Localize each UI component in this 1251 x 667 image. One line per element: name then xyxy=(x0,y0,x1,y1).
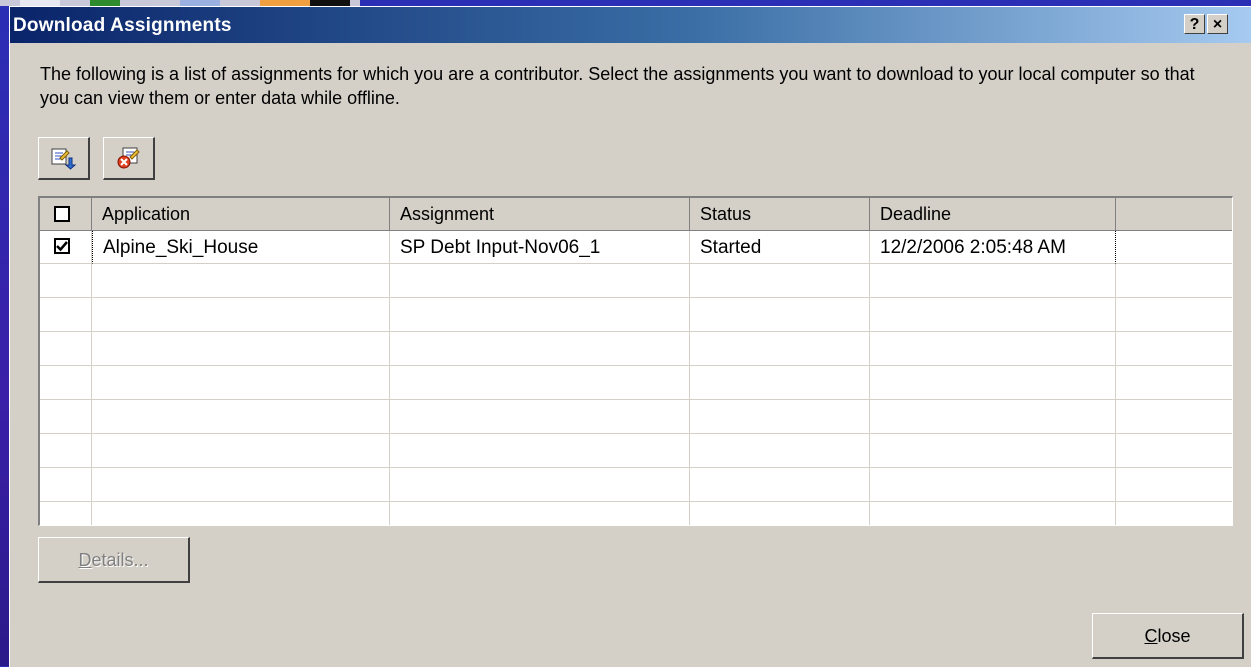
select-all-header[interactable] xyxy=(40,198,92,231)
empty-grid-cell xyxy=(690,400,870,434)
checkmark-icon xyxy=(56,241,68,252)
window-title: Download Assignments xyxy=(13,15,232,36)
download-assignment-button[interactable] xyxy=(38,137,90,180)
column-header-assignment[interactable]: Assignment xyxy=(390,198,690,231)
empty-grid-cell xyxy=(870,332,1116,366)
close-button-label: lose xyxy=(1157,626,1191,646)
download-assignments-dialog: Download Assignments ? × The following i… xyxy=(9,6,1251,667)
empty-grid-cell xyxy=(390,434,690,468)
empty-grid-cell xyxy=(40,434,92,468)
empty-grid-cell xyxy=(1116,332,1232,366)
empty-grid-cell xyxy=(92,298,390,332)
empty-grid-cell xyxy=(690,434,870,468)
empty-grid-cell xyxy=(92,264,390,298)
empty-grid-cell xyxy=(690,366,870,400)
close-button-accel: C xyxy=(1144,626,1158,646)
row-checkbox[interactable] xyxy=(54,238,70,254)
empty-grid-cell xyxy=(92,502,390,525)
cell-filler xyxy=(1116,231,1232,264)
empty-grid-cell xyxy=(92,468,390,502)
empty-grid-cell xyxy=(390,264,690,298)
select-all-checkbox[interactable] xyxy=(54,206,70,222)
empty-grid-cell xyxy=(870,502,1116,525)
empty-grid-cell xyxy=(690,502,870,525)
empty-grid-cell xyxy=(390,502,690,525)
empty-grid-cell xyxy=(1116,434,1232,468)
column-header-deadline[interactable]: Deadline xyxy=(870,198,1116,231)
assignments-grid[interactable]: Application Assignment Status Deadline A… xyxy=(38,196,1233,526)
empty-grid-cell xyxy=(40,264,92,298)
empty-grid-cell xyxy=(92,434,390,468)
empty-grid-cell xyxy=(390,332,690,366)
empty-grid-cell xyxy=(870,434,1116,468)
empty-grid-cell xyxy=(1116,468,1232,502)
close-window-button[interactable]: × xyxy=(1207,14,1228,34)
empty-grid-cell xyxy=(870,400,1116,434)
cell-application[interactable]: Alpine_Ski_House xyxy=(92,231,390,264)
download-assignment-icon xyxy=(51,148,77,170)
empty-grid-cell xyxy=(1116,298,1232,332)
description-text: The following is a list of assignments f… xyxy=(40,64,1195,108)
empty-grid-cell xyxy=(40,502,92,525)
empty-grid-cell xyxy=(40,400,92,434)
remove-assignment-icon xyxy=(117,147,140,169)
empty-grid-cell xyxy=(40,298,92,332)
empty-grid-cell xyxy=(40,366,92,400)
column-header-status[interactable]: Status xyxy=(690,198,870,231)
empty-grid-cell xyxy=(92,366,390,400)
details-button-label: etails... xyxy=(91,550,149,570)
empty-grid-cell xyxy=(390,298,690,332)
help-button[interactable]: ? xyxy=(1184,14,1205,34)
remove-assignment-button[interactable] xyxy=(103,137,155,180)
empty-grid-cell xyxy=(870,366,1116,400)
details-button-accel: D xyxy=(78,550,92,570)
empty-grid-cell xyxy=(870,298,1116,332)
empty-grid-cell xyxy=(92,332,390,366)
empty-grid-cell xyxy=(92,400,390,434)
empty-grid-cell xyxy=(690,264,870,298)
empty-grid-cell xyxy=(870,468,1116,502)
details-button: Details... xyxy=(38,537,190,583)
empty-grid-cell xyxy=(1116,400,1232,434)
empty-grid-cell xyxy=(690,468,870,502)
row-checkbox-cell[interactable] xyxy=(40,231,92,264)
empty-grid-cell xyxy=(690,298,870,332)
empty-grid-cell xyxy=(390,366,690,400)
empty-grid-cell xyxy=(1116,264,1232,298)
close-button[interactable]: Close xyxy=(1092,613,1244,659)
empty-grid-cell xyxy=(390,400,690,434)
empty-grid-cell xyxy=(390,468,690,502)
cell-status[interactable]: Started xyxy=(690,231,870,264)
empty-grid-cell xyxy=(690,332,870,366)
empty-grid-cell xyxy=(1116,366,1232,400)
empty-grid-cell xyxy=(870,264,1116,298)
cell-deadline[interactable]: 12/2/2006 2:05:48 AM xyxy=(870,231,1116,264)
empty-grid-cell xyxy=(40,332,92,366)
column-header-application[interactable]: Application xyxy=(92,198,390,231)
empty-grid-cell xyxy=(40,468,92,502)
title-bar: Download Assignments ? × xyxy=(10,7,1251,43)
empty-grid-cell xyxy=(1116,502,1232,525)
column-header-filler xyxy=(1116,198,1232,231)
cell-assignment[interactable]: SP Debt Input-Nov06_1 xyxy=(390,231,690,264)
